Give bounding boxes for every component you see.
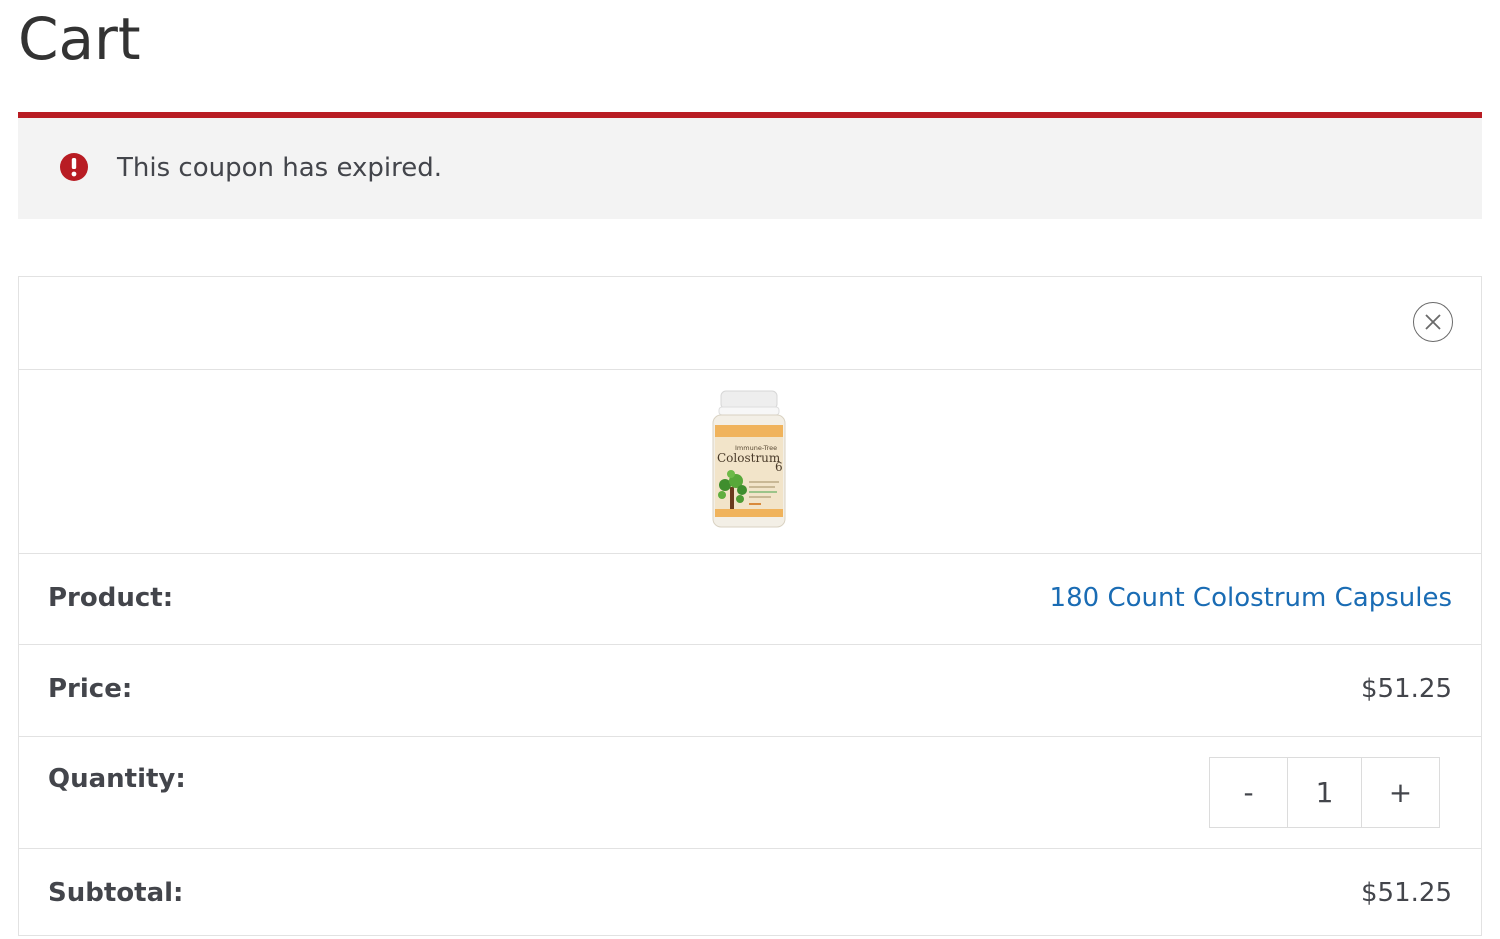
notice-message: This coupon has expired. bbox=[117, 153, 442, 183]
quantity-label: Quantity: bbox=[48, 764, 186, 794]
cart-item-thumbnail-row: Immune-Tree Colostrum 6 bbox=[19, 370, 1481, 554]
price-value: $51.25 bbox=[1361, 674, 1452, 704]
quantity-decrement-button[interactable]: - bbox=[1210, 758, 1288, 827]
product-value: 180 Count Colostrum Capsules bbox=[1050, 583, 1452, 613]
subtotal-label: Subtotal: bbox=[48, 878, 184, 908]
exclamation-circle-icon bbox=[59, 152, 89, 182]
subtotal-value: $51.25 bbox=[1361, 878, 1452, 908]
quantity-row: Quantity: - + bbox=[19, 737, 1481, 849]
quantity-increment-button[interactable]: + bbox=[1361, 758, 1439, 827]
subtotal-row: Subtotal: $51.25 bbox=[19, 849, 1481, 939]
cart-table: Immune-Tree Colostrum 6 Product: 180 Cou… bbox=[18, 276, 1482, 936]
close-icon bbox=[1425, 314, 1441, 330]
quantity-stepper: - + bbox=[1209, 757, 1440, 828]
cart-item-remove-row bbox=[19, 277, 1481, 370]
svg-text:Colostrum: Colostrum bbox=[717, 451, 781, 465]
price-row: Price: $51.25 bbox=[19, 645, 1481, 737]
price-label: Price: bbox=[48, 674, 133, 704]
remove-item-button[interactable] bbox=[1413, 302, 1453, 342]
product-thumbnail[interactable]: Immune-Tree Colostrum 6 bbox=[709, 389, 789, 531]
svg-text:6: 6 bbox=[775, 460, 783, 474]
product-row: Product: 180 Count Colostrum Capsules bbox=[19, 554, 1481, 645]
error-notice: This coupon has expired. bbox=[18, 112, 1482, 219]
product-link[interactable]: 180 Count Colostrum Capsules bbox=[1050, 583, 1452, 613]
quantity-input[interactable] bbox=[1288, 758, 1361, 827]
page-title: Cart bbox=[18, 5, 141, 73]
product-label: Product: bbox=[48, 583, 174, 613]
